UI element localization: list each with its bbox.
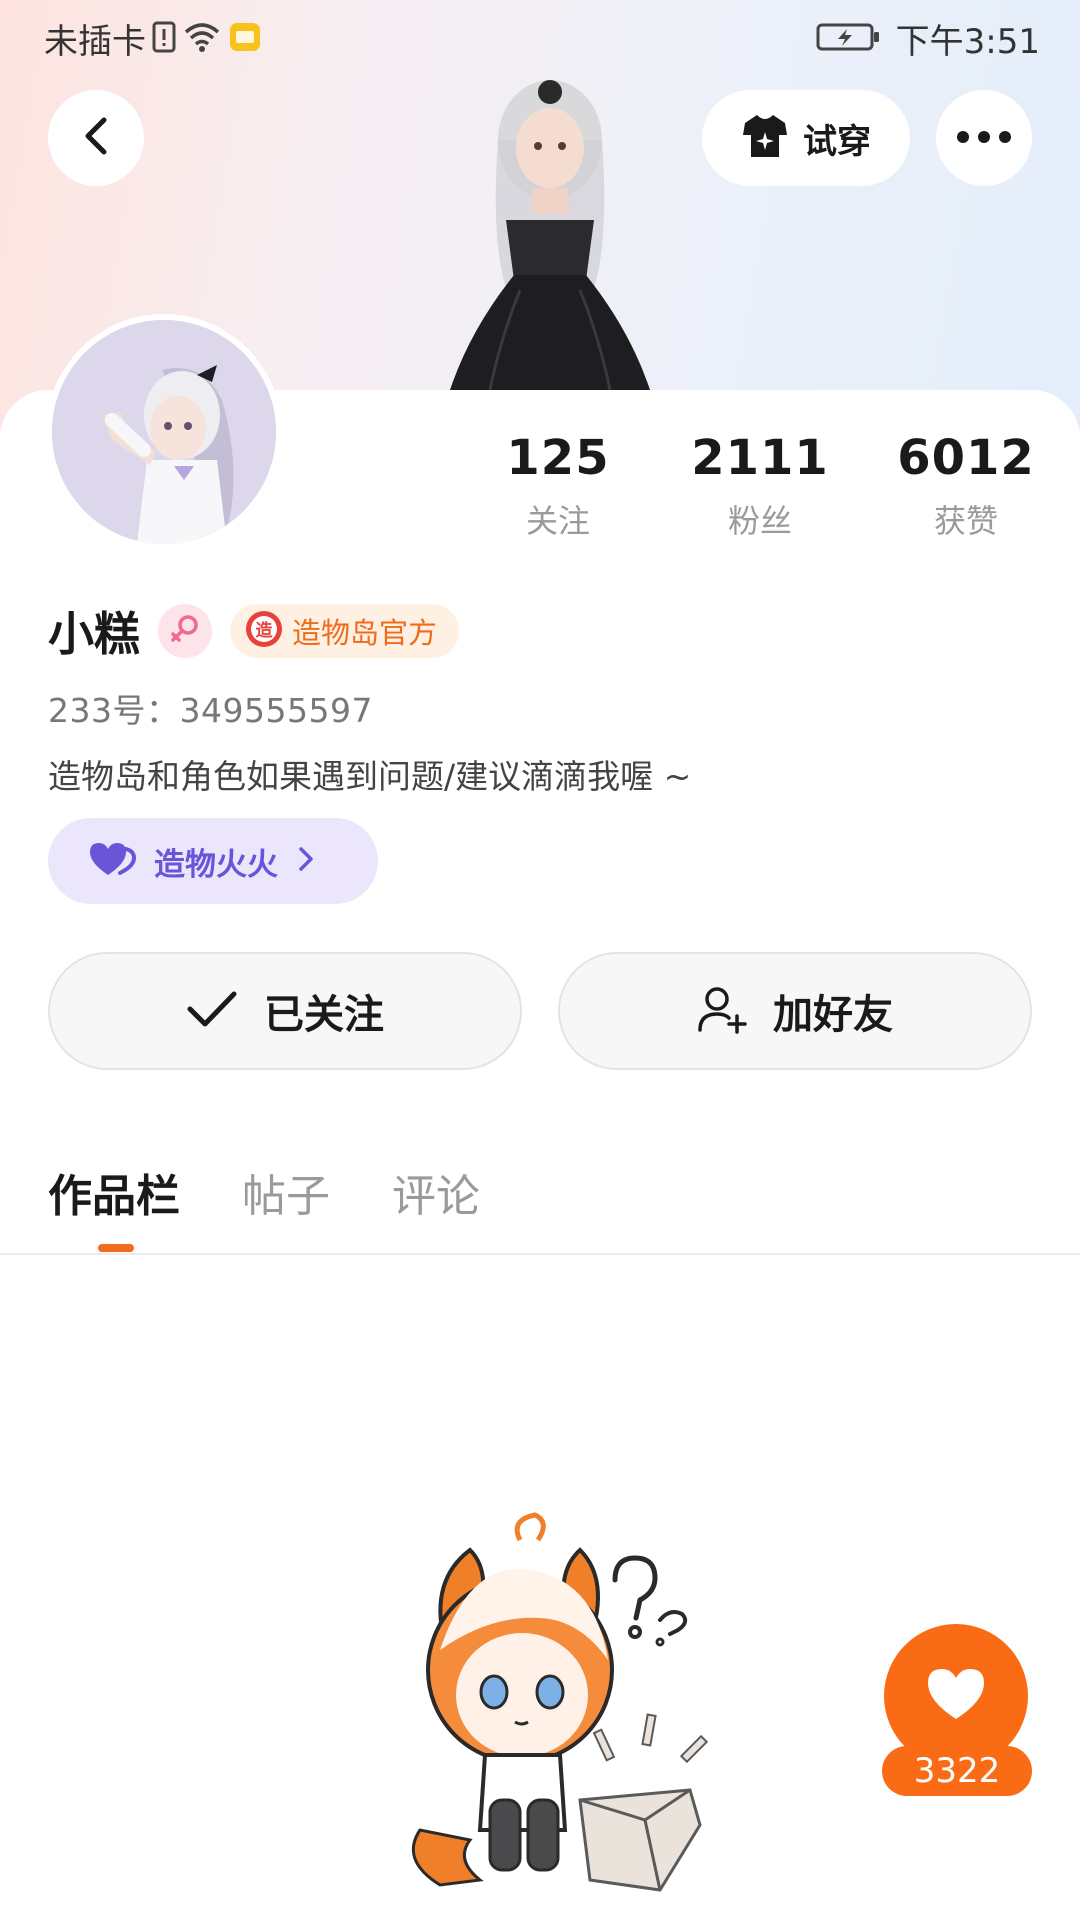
avatar[interactable]: [46, 314, 282, 550]
gender-female-badge: [158, 604, 212, 658]
add-friend-label: 加好友: [773, 992, 893, 1038]
fire-status-chip[interactable]: 造物火火: [48, 818, 378, 904]
wifi-icon: [182, 20, 222, 58]
try-on-button[interactable]: 试穿: [702, 90, 910, 186]
female-symbol-icon: [168, 612, 202, 650]
likes-count: 6012: [897, 430, 1035, 486]
likes-label: 获赞: [933, 502, 998, 540]
followed-label: 已关注: [264, 992, 384, 1038]
official-badge-label: 造物岛官方: [292, 616, 438, 650]
try-on-label: 试穿: [803, 121, 871, 162]
tab-posts[interactable]: 帖子: [242, 1160, 330, 1224]
heart-icon: [924, 1665, 988, 1727]
tab-works[interactable]: 作品栏: [48, 1160, 180, 1224]
clock: 下午3:51: [895, 22, 1040, 62]
stat-followers[interactable]: 2111 粉丝: [660, 430, 860, 542]
more-dots-icon: [956, 129, 1012, 148]
heart-pair-icon: [88, 839, 137, 883]
name-row: 小糕 造 造物岛官方: [48, 598, 460, 664]
add-user-icon: [697, 984, 747, 1038]
followers-label: 粉丝: [727, 502, 792, 540]
user-id: 233号：349555597: [48, 691, 373, 730]
carrier-label: 未插卡: [44, 22, 146, 62]
official-seal-icon: 造: [244, 609, 284, 653]
character-showcase-figure: [410, 70, 690, 391]
bio: 造物岛和角色如果遇到问题/建议滴滴我喔 ~: [48, 757, 692, 796]
back-button[interactable]: [48, 90, 144, 186]
followers-count: 2111: [691, 430, 829, 486]
following-label: 关注: [525, 502, 590, 540]
sim-icon: [152, 20, 176, 58]
stat-likes[interactable]: 6012 获赞: [866, 430, 1066, 542]
like-count-badge: 3322: [882, 1746, 1032, 1796]
stat-following[interactable]: 125 关注: [458, 430, 658, 542]
active-tab-indicator: [98, 1244, 134, 1252]
checkmark-icon: [186, 989, 238, 1033]
add-friend-button[interactable]: 加好友: [558, 952, 1032, 1070]
more-options-button[interactable]: [936, 90, 1032, 186]
followed-button[interactable]: 已关注: [48, 952, 522, 1070]
wallet-app-icon: [228, 20, 262, 58]
tab-comments[interactable]: 评论: [392, 1160, 480, 1224]
empty-state-illustration: [360, 1500, 760, 1900]
tab-divider: [0, 1253, 1080, 1255]
chevron-right-icon: [296, 845, 316, 877]
status-bar: 未插卡 下午3:51: [0, 0, 1080, 76]
content-tabs: 作品栏 帖子 评论: [48, 1160, 480, 1224]
battery-charging-icon: [816, 20, 882, 58]
username: 小糕: [48, 607, 140, 661]
tshirt-sparkle-icon: [741, 113, 789, 163]
following-count: 125: [506, 430, 610, 486]
official-badge[interactable]: 造 造物岛官方: [230, 604, 460, 658]
chevron-left-icon: [78, 116, 114, 160]
fire-chip-label: 造物火火: [154, 846, 278, 883]
official-seal-text: 造: [256, 621, 274, 641]
